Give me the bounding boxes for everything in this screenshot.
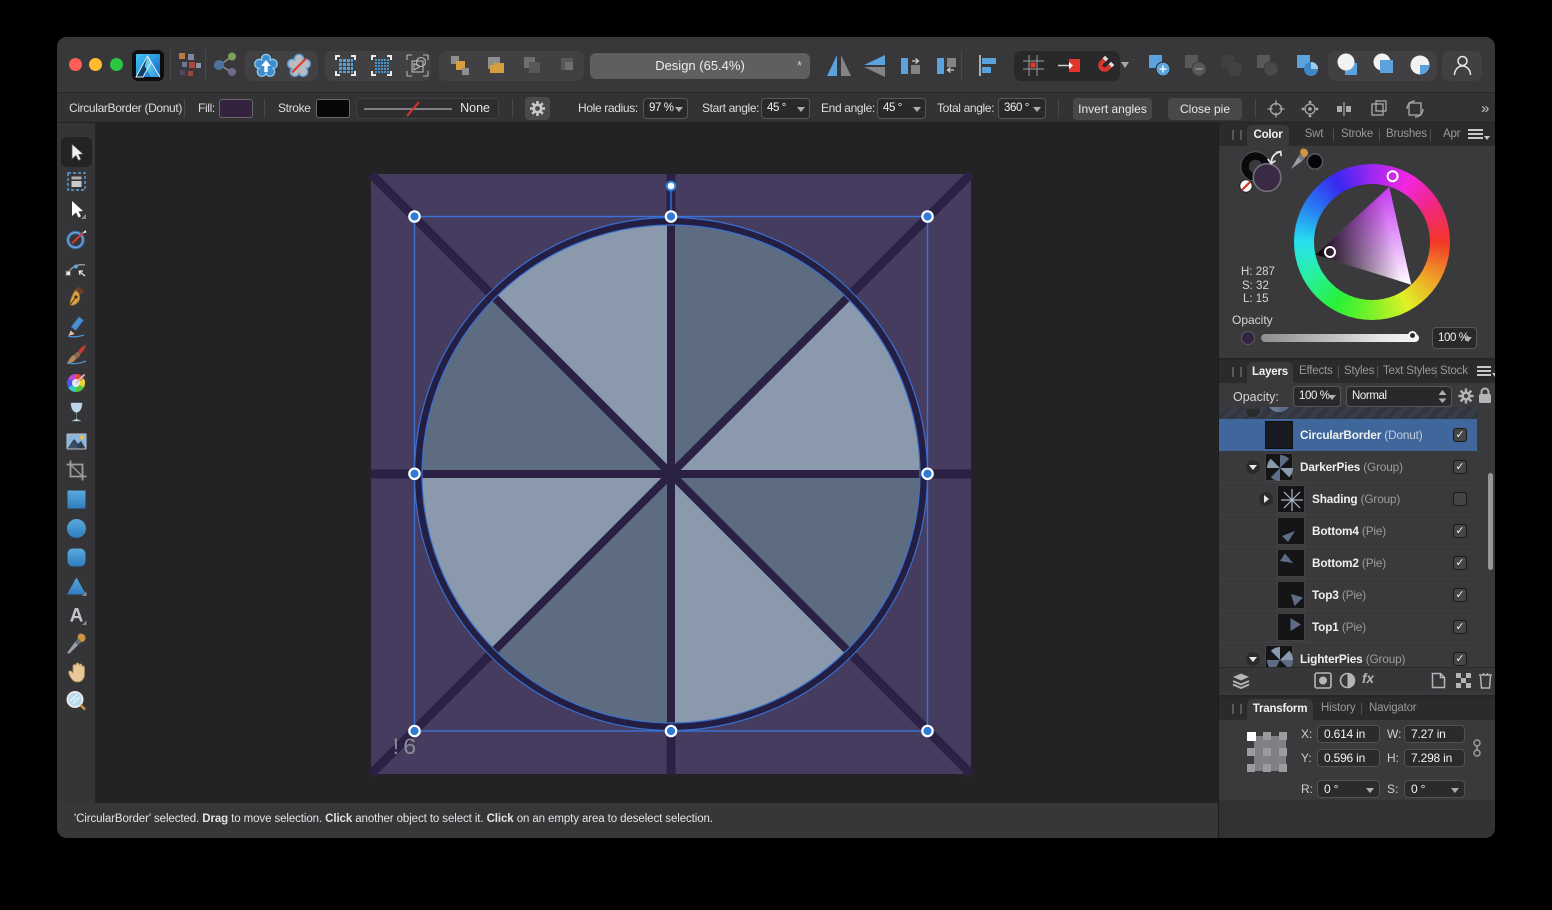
svg-text:!6: !6 [389,735,417,761]
svg-text:A: A [70,605,84,626]
